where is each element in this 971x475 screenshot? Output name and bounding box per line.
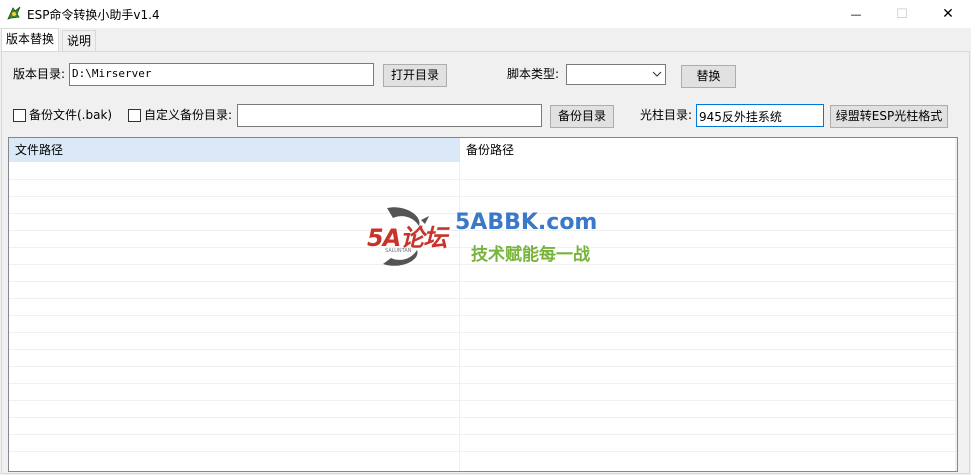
row-grid-line xyxy=(9,298,957,299)
row-grid-line xyxy=(9,383,957,384)
script-type-select[interactable] xyxy=(566,64,666,85)
file-list-view[interactable]: 文件路径 备份路径 xyxy=(8,137,958,472)
backup-file-checkbox[interactable] xyxy=(13,109,26,122)
version-dir-label: 版本目录: xyxy=(13,67,66,81)
column-header-file-path[interactable]: 文件路径 xyxy=(9,138,460,162)
tab-version-replace[interactable]: 版本替换 xyxy=(1,28,60,52)
row-grid-line xyxy=(9,315,957,316)
row-grid-line xyxy=(9,417,957,418)
backup-file-label: 备份文件(.bak) xyxy=(29,108,113,122)
open-dir-button[interactable]: 打开目录 xyxy=(383,64,447,87)
custom-backup-input[interactable] xyxy=(237,104,542,127)
row-grid-line xyxy=(9,434,957,435)
replace-button[interactable]: 替换 xyxy=(681,65,736,88)
minimize-button[interactable]: — xyxy=(833,0,879,28)
light-pillar-input[interactable]: 945反外挂系统 xyxy=(696,104,824,127)
vertical-scrollbar[interactable] xyxy=(955,138,957,471)
list-header: 文件路径 备份路径 xyxy=(9,138,957,162)
maximize-icon: ☐ xyxy=(896,6,908,22)
close-button[interactable]: ✕ xyxy=(925,0,971,28)
maximize-button[interactable]: ☐ xyxy=(879,0,925,28)
light-pillar-label: 光柱目录: xyxy=(640,108,693,122)
script-type-label: 脚本类型: xyxy=(507,67,560,81)
version-dir-input[interactable]: D:\Mirserver xyxy=(69,63,374,86)
row-grid-line xyxy=(9,366,957,367)
close-icon: ✕ xyxy=(942,6,954,22)
tab-instructions[interactable]: 说明 xyxy=(62,30,97,52)
row-grid-line xyxy=(9,451,957,452)
slogan: 技术赋能每一战 xyxy=(471,245,590,265)
row-grid-line xyxy=(9,332,957,333)
row-grid-line xyxy=(9,349,957,350)
row-grid-line xyxy=(9,196,957,197)
column-header-backup-path[interactable]: 备份路径 xyxy=(460,138,957,162)
window-title: ESP命令转换小助手v1.4 xyxy=(27,8,160,22)
app-icon xyxy=(7,6,21,20)
minimize-icon: — xyxy=(850,7,862,21)
custom-backup-checkbox[interactable] xyxy=(128,109,141,122)
logo-subtext: SALUNTAN xyxy=(385,248,412,254)
site-name: 5ABBK.com xyxy=(455,210,598,235)
chevron-down-icon xyxy=(652,66,662,85)
backup-dir-button[interactable]: 备份目录 xyxy=(550,105,614,128)
convert-button[interactable]: 绿盟转ESP光柱格式 xyxy=(830,105,948,128)
row-grid-line xyxy=(9,281,957,282)
title-bar: ESP命令转换小助手v1.4 — ☐ ✕ xyxy=(0,0,971,28)
custom-backup-label: 自定义备份目录: xyxy=(144,108,233,122)
row-grid-line xyxy=(9,400,957,401)
row-grid-line xyxy=(9,179,957,180)
watermark: 5A论坛 SALUNTAN 5ABBK.com 技术赋能每一战 xyxy=(365,202,605,272)
tab-bar: 版本替换 说明 xyxy=(0,28,971,52)
